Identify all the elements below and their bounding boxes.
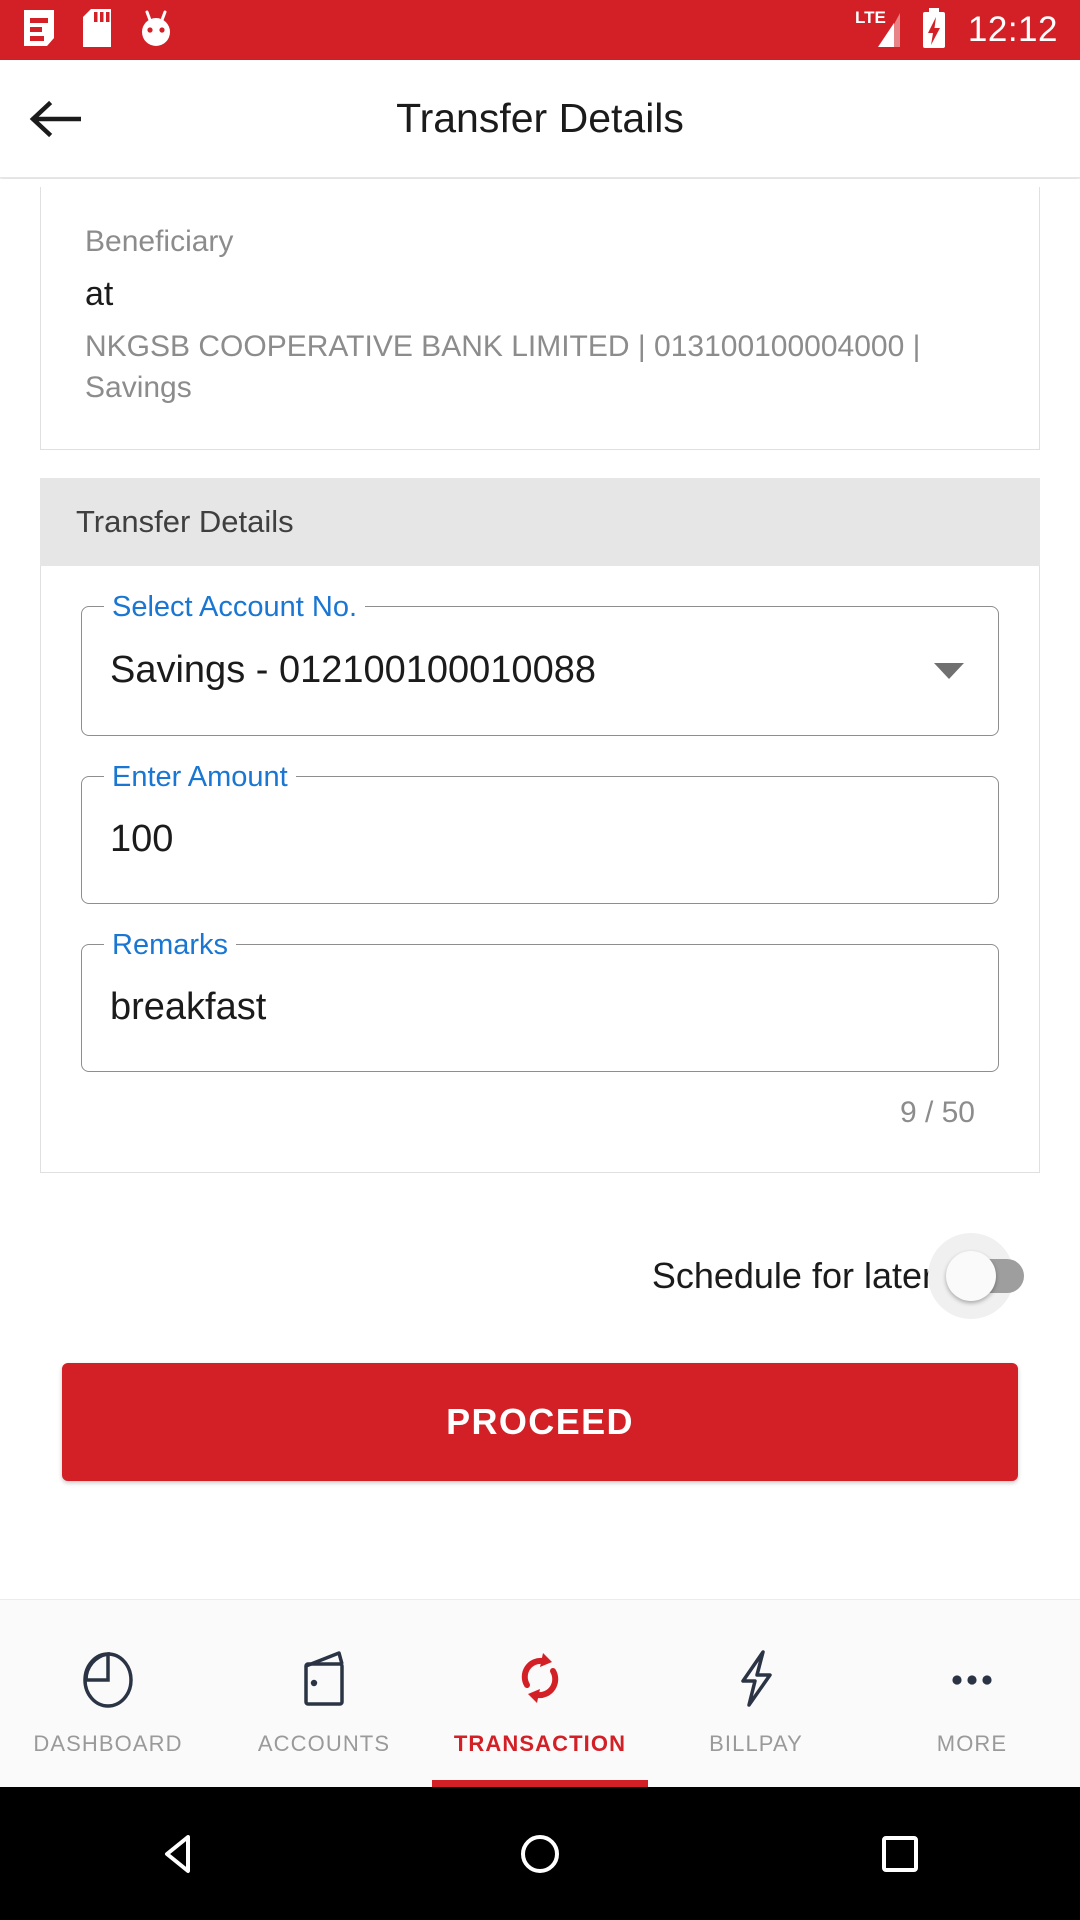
system-home-button[interactable] — [460, 1787, 620, 1920]
circle-home-icon — [521, 1834, 559, 1873]
remarks-field[interactable]: Remarks breakfast 9 / 50 — [81, 925, 999, 1130]
nav-label-transaction: TRANSACTION — [453, 1730, 627, 1756]
beneficiary-label: Beneficiary — [85, 225, 234, 258]
pie-chart-icon — [77, 1639, 139, 1717]
android-robot-icon — [138, 8, 174, 53]
amount-input[interactable]: 100 — [110, 818, 173, 861]
battery-charging-icon — [920, 7, 948, 54]
svg-text:LTE: LTE — [855, 8, 886, 27]
schedule-for-later-row[interactable]: Schedule for later — [0, 1232, 1028, 1319]
proceed-button[interactable]: PROCEED — [62, 1362, 1018, 1481]
status-bar-left-icons — [22, 8, 174, 53]
android-system-navigation — [0, 1787, 1080, 1920]
nav-item-billpay[interactable]: BILLPAY — [648, 1600, 864, 1787]
back-button[interactable] — [0, 60, 110, 178]
square-recents-icon — [882, 1835, 918, 1872]
app-bar: Transfer Details — [0, 60, 1080, 178]
schedule-for-later-toggle[interactable] — [928, 1232, 1028, 1319]
ellipsis-icon — [941, 1639, 1003, 1717]
amount-box[interactable]: Enter Amount 100 — [81, 757, 999, 904]
nav-item-more[interactable]: MORE — [864, 1600, 1080, 1787]
select-account-box[interactable]: Select Account No. Savings - 01210010001… — [81, 587, 999, 736]
nav-item-accounts[interactable]: ACCOUNTS — [216, 1600, 432, 1787]
arrow-left-icon — [29, 100, 81, 137]
chevron-down-icon[interactable] — [934, 662, 964, 679]
transfer-details-header: Transfer Details — [40, 477, 1040, 566]
transfer-details-panel: Transfer Details Select Account No. Savi… — [40, 477, 1040, 1173]
sd-card-icon — [82, 8, 112, 53]
nav-label-dashboard: DASHBOARD — [33, 1730, 183, 1756]
remarks-box[interactable]: Remarks breakfast — [81, 925, 999, 1072]
triangle-back-icon — [165, 1834, 190, 1873]
remarks-character-counter: 9 / 50 — [899, 1095, 975, 1129]
page-title: Transfer Details — [396, 95, 684, 141]
transfer-details-body: Select Account No. Savings - 01210010001… — [40, 565, 1040, 1173]
select-account-field[interactable]: Select Account No. Savings - 01210010001… — [81, 587, 999, 736]
nav-label-billpay: BILLPAY — [709, 1730, 803, 1756]
remarks-input[interactable]: breakfast — [110, 986, 266, 1029]
amount-label: Enter Amount — [104, 757, 296, 796]
beneficiary-card: Beneficiary at NKGSB COOPERATIVE BANK LI… — [40, 187, 1040, 450]
nav-active-indicator — [432, 1780, 648, 1787]
select-account-value: Savings - 012100100010088 — [110, 649, 596, 692]
lightning-bolt-icon — [725, 1639, 787, 1717]
nav-item-dashboard[interactable]: DASHBOARD — [0, 1600, 216, 1787]
amount-field[interactable]: Enter Amount 100 — [81, 757, 999, 904]
status-bar: LTE 12:12 — [0, 0, 1080, 60]
system-back-button[interactable] — [100, 1787, 260, 1920]
select-account-label: Select Account No. — [104, 587, 366, 626]
nav-item-transaction[interactable]: TRANSACTION — [432, 1600, 648, 1787]
schedule-for-later-label: Schedule for later — [651, 1254, 934, 1296]
beneficiary-name: at — [85, 275, 114, 313]
bottom-navigation: DASHBOARD ACCOUNTS TRANSACTION BILLPAY M… — [0, 1599, 1080, 1787]
app-root: LTE 12:12 Transfer Details Beneficiary a… — [0, 0, 1080, 1920]
status-bar-right-icons: LTE 12:12 — [854, 7, 1058, 54]
system-recents-button[interactable] — [820, 1787, 980, 1920]
remarks-label: Remarks — [104, 925, 237, 964]
message-icon — [22, 8, 56, 53]
nav-label-more: MORE — [936, 1730, 1008, 1756]
scroll-content: Beneficiary at NKGSB COOPERATIVE BANK LI… — [0, 179, 1080, 1599]
wallet-icon — [293, 1639, 355, 1717]
beneficiary-details: NKGSB COOPERATIVE BANK LIMITED | 0131001… — [85, 330, 921, 405]
toggle-thumb[interactable] — [946, 1250, 996, 1301]
sync-arrows-icon — [509, 1639, 571, 1717]
nav-label-accounts: ACCOUNTS — [257, 1730, 391, 1756]
status-bar-clock: 12:12 — [967, 10, 1058, 49]
lte-signal-icon: LTE — [854, 7, 906, 54]
